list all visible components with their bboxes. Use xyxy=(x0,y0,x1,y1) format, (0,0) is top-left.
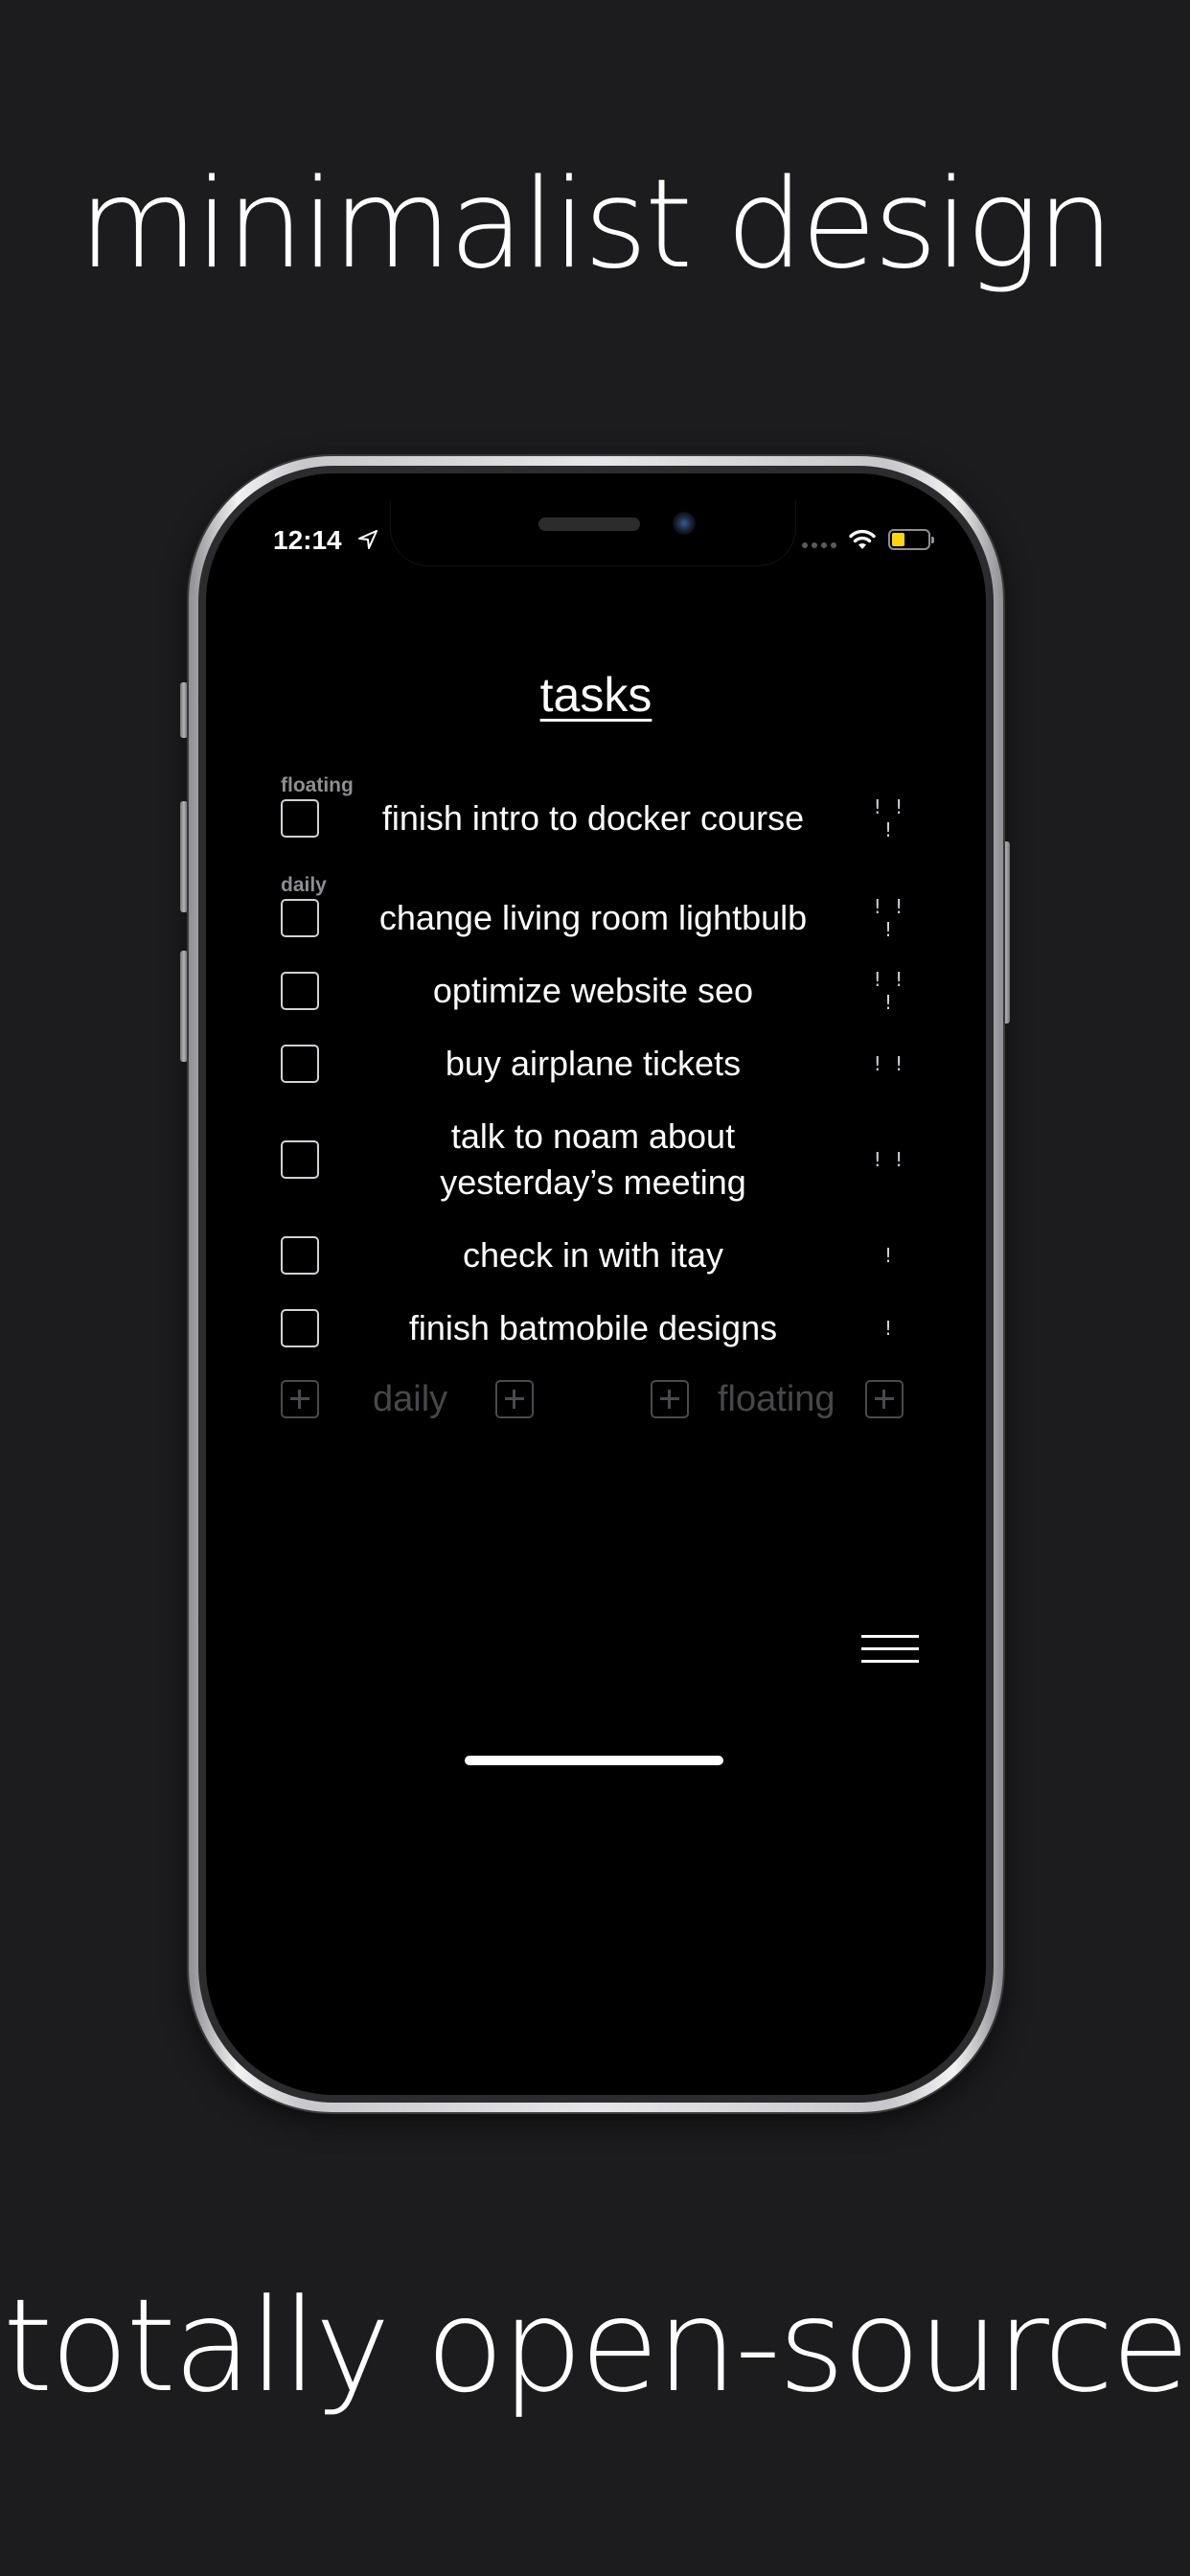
task-priority[interactable]: ! ! ! xyxy=(867,795,913,841)
task-priority[interactable]: ! ! xyxy=(867,1148,913,1171)
app-title: tasks xyxy=(539,668,652,722)
add-floating-right-button[interactable] xyxy=(865,1380,904,1418)
battery-icon xyxy=(888,529,934,550)
task-text[interactable]: check in with itay xyxy=(319,1232,867,1278)
earpiece-speaker xyxy=(538,518,640,531)
phone-volume-up-button xyxy=(180,801,188,912)
task-priority[interactable]: ! ! ! xyxy=(867,968,913,1014)
add-floating-label[interactable]: floating xyxy=(718,1378,835,1420)
battery-level xyxy=(892,533,904,546)
task-text[interactable]: change living room lightbulb xyxy=(319,895,867,941)
add-daily-right-button[interactable] xyxy=(495,1380,534,1418)
add-task-row: daily floating xyxy=(281,1378,913,1422)
task-checkbox[interactable] xyxy=(281,799,319,838)
task-text[interactable]: optimize website seo xyxy=(319,968,867,1014)
task-row: talk to noam about yesterday’s meeting !… xyxy=(281,1110,913,1209)
phone-screen: 12:14 tasks floating finish intro to doc… xyxy=(233,500,959,2068)
task-checkbox[interactable] xyxy=(281,1045,319,1083)
add-daily-label[interactable]: daily xyxy=(373,1378,447,1420)
status-icons xyxy=(802,525,934,554)
add-daily-left-button[interactable] xyxy=(281,1380,319,1418)
cellular-signal-icon xyxy=(802,542,836,548)
task-priority[interactable]: ! ! xyxy=(867,1052,913,1075)
location-arrow-icon xyxy=(358,530,378,549)
task-priority[interactable]: ! xyxy=(867,1244,913,1267)
task-text[interactable]: buy airplane tickets xyxy=(319,1041,867,1087)
task-checkbox[interactable] xyxy=(281,1309,319,1347)
task-row: optimize website seo ! ! ! xyxy=(281,964,913,1018)
task-priority[interactable]: ! ! ! xyxy=(867,895,913,941)
phone-frame: 12:14 tasks floating finish intro to doc… xyxy=(189,456,1003,2112)
phone-volume-down-button xyxy=(180,951,188,1062)
phone-silent-switch xyxy=(180,682,188,738)
add-floating-left-button[interactable] xyxy=(651,1380,689,1418)
task-text[interactable]: finish intro to docker course xyxy=(319,795,867,841)
task-row: finish batmobile designs ! xyxy=(281,1301,913,1355)
task-row: change living room lightbulb ! ! ! xyxy=(281,891,913,945)
task-row: finish intro to docker course ! ! ! xyxy=(281,792,913,845)
status-time: 12:14 xyxy=(273,525,342,555)
headline-totally-open-source: totally open-source xyxy=(2,2271,1190,2421)
task-checkbox[interactable] xyxy=(281,899,319,937)
battery-cap xyxy=(931,537,934,543)
task-text[interactable]: talk to noam about yesterday’s meeting xyxy=(319,1114,867,1206)
wifi-icon xyxy=(849,529,876,549)
front-camera xyxy=(673,512,696,535)
hamburger-menu-icon[interactable] xyxy=(861,1631,919,1668)
phone-notch xyxy=(390,500,796,566)
task-checkbox[interactable] xyxy=(281,972,319,1010)
task-row: buy airplane tickets ! ! xyxy=(281,1037,913,1091)
task-checkbox[interactable] xyxy=(281,1236,319,1275)
task-text[interactable]: finish batmobile designs xyxy=(319,1305,867,1351)
phone-power-button xyxy=(1002,841,1010,1024)
task-checkbox[interactable] xyxy=(281,1140,319,1179)
home-indicator[interactable] xyxy=(465,1756,723,1765)
task-row: check in with itay ! xyxy=(281,1229,913,1282)
headline-minimalist-design: minimalist design xyxy=(79,153,1114,296)
task-priority[interactable]: ! xyxy=(867,1317,913,1340)
